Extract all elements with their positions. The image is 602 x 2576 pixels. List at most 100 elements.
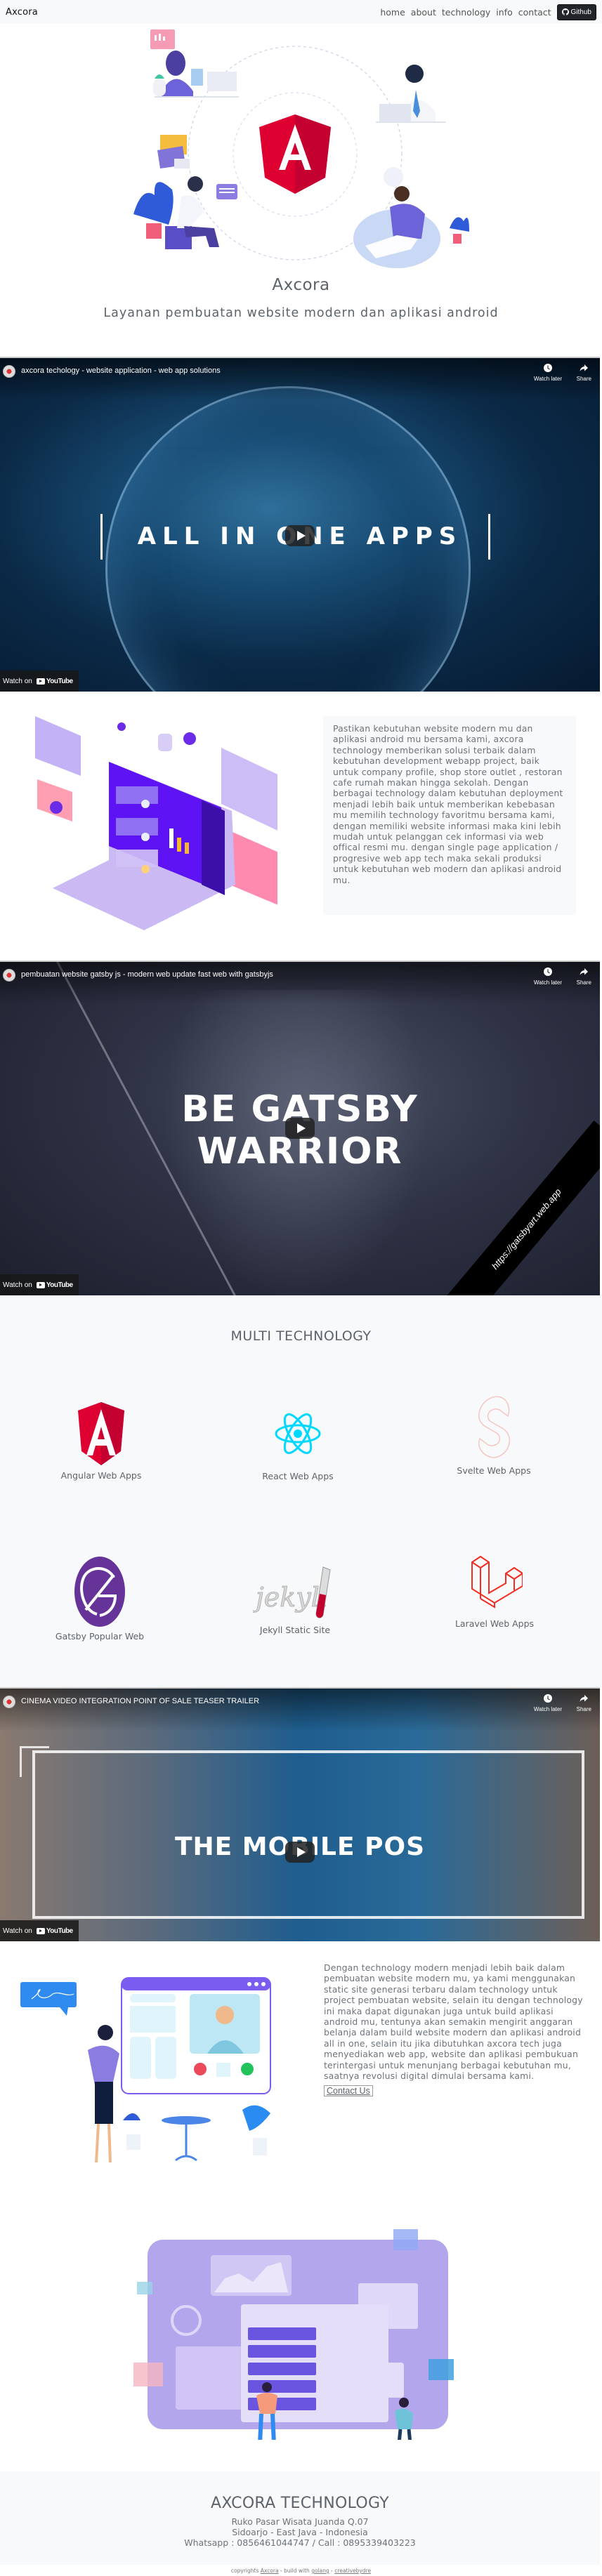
video-title[interactable]: pembuatan website gatsby js - modern web… (21, 970, 273, 979)
tech-label: Svelte Web Apps (457, 1465, 531, 1476)
hero-subtitle: Layanan pembuatan website modern dan apl… (103, 306, 499, 320)
share-icon (580, 364, 589, 371)
footer-company-name: AXCORA TECHNOLOGY (211, 2495, 389, 2512)
navbar: Axcora home about technology info contac… (0, 0, 602, 24)
clock-icon (543, 364, 552, 372)
play-button[interactable] (285, 525, 315, 546)
nav-links: home about technology info contact Githu… (380, 4, 596, 20)
copyright-separator: - (331, 2568, 333, 2574)
video-title[interactable]: CINEMA VIDEO INTEGRATION POINT OF SALE T… (21, 1697, 259, 1705)
nav-link-about[interactable]: about (411, 7, 436, 18)
tech-label: Laravel Web Apps (454, 1618, 535, 1629)
video-call-illustration (20, 1977, 271, 2163)
tech-label: Jekyll Static Site (259, 1625, 331, 1635)
clock-icon (543, 1694, 552, 1703)
youtube-wordmark: YouTube (46, 1281, 73, 1289)
share-label: Share (576, 1706, 591, 1712)
man-with-phone-illustration (133, 176, 237, 249)
nav-link-technology[interactable]: technology (442, 7, 490, 18)
man-with-laptop-illustration (376, 65, 446, 123)
about-text: Pastikan kebutuhan website modern mu dan… (333, 723, 563, 885)
folder-envelope-illustration (157, 135, 190, 169)
contact-us-button[interactable]: Contact Us (324, 2085, 373, 2097)
tech-label: Angular Web Apps (60, 1470, 142, 1481)
copyright-mid: - build with (280, 2568, 310, 2574)
share-button[interactable]: Share (577, 364, 591, 382)
video-embed-gatsby[interactable]: pembuatan website gatsby js - modern web… (0, 960, 600, 1295)
youtube-logo: YouTube (36, 1927, 73, 1935)
video-title[interactable]: axcora techology - website application -… (21, 366, 221, 375)
video-embed-axcora[interactable]: axcora techology - website application -… (0, 357, 600, 692)
laptop-dashboard-illustration (35, 716, 277, 930)
youtube-play-icon (36, 678, 45, 685)
technology-title: MULTI TECHNOLOGY (230, 1328, 372, 1344)
footer-address-line2: Sidoarjo - East Java - Indonesia (232, 2527, 368, 2537)
youtube-logo: YouTube (36, 677, 73, 685)
react-icon (275, 1413, 321, 1455)
channel-avatar[interactable] (3, 1696, 15, 1708)
video-embed-mobile-pos[interactable]: CINEMA VIDEO INTEGRATION POINT OF SALE T… (0, 1687, 600, 1941)
github-button-label: Github (570, 8, 591, 16)
tech-item-angular[interactable]: Angular Web Apps (31, 1401, 171, 1481)
watch-on-label: Watch on (3, 1927, 32, 1935)
watch-later-button[interactable]: Watch later (534, 1694, 562, 1712)
play-button[interactable] (285, 1118, 315, 1139)
youtube-play-icon (36, 1281, 45, 1288)
watch-on-youtube-button[interactable]: Watch on YouTube (0, 1274, 79, 1295)
author-link[interactable]: creativebydre (334, 2568, 371, 2574)
page: Axcora home about technology info contac… (0, 0, 602, 2576)
watch-later-label: Watch later (533, 979, 562, 986)
video-header (0, 358, 600, 400)
nav-link-home[interactable]: home (380, 7, 405, 18)
technology-section: MULTI TECHNOLOGY Angular Web Apps React … (0, 1295, 602, 1687)
channel-avatar[interactable] (3, 365, 15, 378)
watch-later-button[interactable]: Watch later (534, 364, 562, 382)
golang-link[interactable]: golang (311, 2568, 329, 2574)
tech-item-svelte[interactable]: Svelte Web Apps (424, 1392, 564, 1476)
github-icon (561, 8, 569, 15)
hero-title: Axcora (272, 276, 330, 294)
share-icon (580, 1695, 589, 1702)
copyright-brand-link[interactable]: Axcora (261, 2568, 279, 2574)
share-button[interactable]: Share (577, 1694, 591, 1712)
woman-with-tablet-illustration (150, 29, 239, 98)
watch-later-label: Watch later (533, 376, 562, 382)
watch-on-youtube-button[interactable]: Watch on YouTube (0, 1920, 79, 1941)
copyright-prefix: copyrights (230, 2568, 259, 2574)
youtube-play-icon (36, 1927, 45, 1934)
clock-icon (543, 967, 552, 976)
tech-item-react[interactable]: React Web Apps (228, 1399, 368, 1481)
watch-on-label: Watch on (3, 1281, 32, 1289)
tech-label: React Web Apps (262, 1471, 334, 1481)
watch-on-label: Watch on (3, 677, 32, 685)
channel-avatar[interactable] (3, 969, 15, 982)
brand-logo[interactable]: Axcora (6, 7, 38, 18)
nav-link-contact[interactable]: contact (518, 7, 551, 18)
tech-item-laravel[interactable]: Laravel Web Apps (424, 1554, 565, 1629)
footer-phones: Whatsapp : 0856461044747 / Call : 089533… (184, 2537, 416, 2548)
youtube-wordmark: YouTube (46, 677, 73, 685)
play-button[interactable] (285, 1842, 315, 1863)
share-label: Share (576, 979, 591, 986)
angular-logo (259, 114, 331, 194)
share-button[interactable]: Share (577, 967, 591, 986)
github-button[interactable]: Github (556, 4, 596, 20)
video-header (0, 962, 600, 1004)
share-label: Share (576, 376, 591, 382)
watch-later-button[interactable]: Watch later (534, 967, 562, 986)
footer-address-line1: Ruko Pasar Wisata Juanda Q.07 (231, 2516, 369, 2527)
watch-on-youtube-button[interactable]: Watch on YouTube (0, 671, 79, 692)
tech-item-gatsby[interactable]: Gatsby Popular Web (30, 1555, 170, 1642)
nav-link-info[interactable]: info (496, 7, 512, 18)
svelte-icon (478, 1396, 511, 1458)
tech-label: Gatsby Popular Web (55, 1631, 145, 1642)
video-header (0, 1689, 600, 1731)
watch-later-label: Watch later (533, 1706, 562, 1712)
youtube-logo: YouTube (36, 1281, 73, 1289)
hero-illustration (133, 29, 469, 268)
contact-text: Dengan technology modern menjadi lebih b… (324, 1962, 583, 2082)
footer: AXCORA TECHNOLOGY Ruko Pasar Wisata Juan… (0, 2471, 600, 2565)
gatsby-icon (74, 1557, 125, 1627)
tech-item-jekyll[interactable]: jekyll Jekyll Static Site (225, 1566, 365, 1635)
youtube-wordmark: YouTube (46, 1927, 73, 1935)
